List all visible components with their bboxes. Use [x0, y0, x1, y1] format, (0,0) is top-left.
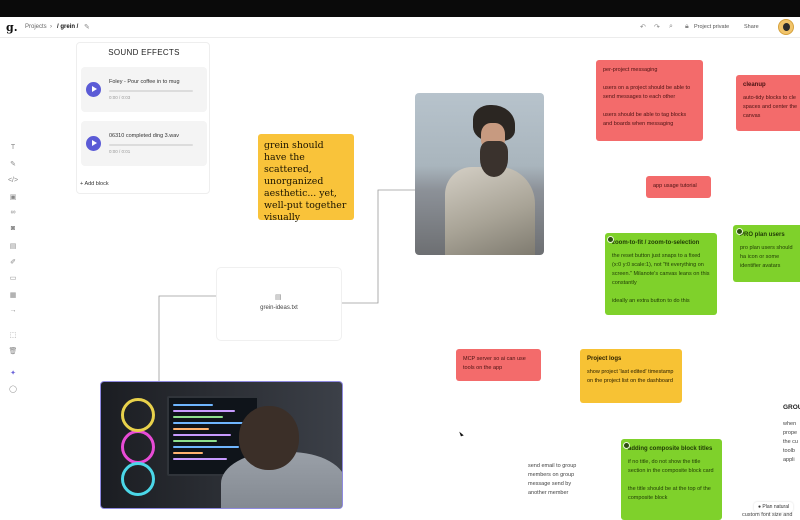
track-progress[interactable]	[109, 144, 193, 146]
note-line: toolb	[783, 448, 795, 454]
plain-text-note[interactable]: send email to group members on group mes…	[528, 462, 590, 498]
note-body: the title should be at the top of the co…	[628, 486, 711, 501]
note-title: zoom-to-fit / zoom-to-selection	[612, 240, 700, 246]
arrow-icon[interactable]: →	[5, 307, 21, 314]
note-body: users should be able to tag blocks and b…	[603, 112, 687, 127]
search-icon[interactable]: ⌕	[669, 23, 673, 31]
sound-effects-panel: SOUND EFFECTS Foley - Pour coffee in to …	[76, 42, 210, 194]
note-line: when	[783, 421, 797, 427]
play-button[interactable]	[86, 82, 101, 97]
chat-icon[interactable]: ◯	[5, 385, 21, 393]
note-title: PRO plan users	[740, 232, 785, 238]
add-block-button[interactable]: + Add block	[80, 181, 109, 187]
note-title: adding composite block titles	[628, 446, 713, 452]
sparkle-icon[interactable]: ✦	[5, 369, 21, 377]
document-icon[interactable]: ▤	[5, 242, 21, 250]
lock-icon: 🔒︎	[685, 23, 689, 30]
note-body: pro plan users should ha icon or some id…	[740, 245, 793, 269]
camera-icon[interactable]: ◙	[5, 225, 21, 232]
note-body: users on a project should be able to sen…	[603, 85, 691, 100]
top-bar: g. Projects › / grein / ✎ ↶ ↷ ⌕ 🔒︎ Proje…	[0, 17, 800, 38]
pin-icon	[736, 228, 743, 235]
track-progress[interactable]	[109, 90, 193, 92]
track-title: 06310 completed ding 3.wav	[109, 133, 180, 139]
portrait-photo[interactable]	[415, 93, 544, 255]
track-time: 0:00 / 0:01	[109, 149, 131, 154]
note-body: the reset button just snaps to a fixed (…	[612, 253, 710, 286]
note-body: if no title, do not show the title secti…	[628, 459, 714, 474]
share-button[interactable]: Share	[744, 24, 759, 30]
audio-track: Foley - Pour coffee in to mug 0:00 / 0:0…	[81, 67, 207, 112]
note-body: ideally an extra button to do this	[612, 298, 690, 304]
status-badge[interactable]: ● Plan natural	[754, 502, 794, 512]
note-body: MCP server so ai can use tools on the ap…	[463, 356, 526, 371]
breadcrumb-current[interactable]: / grein /	[57, 24, 78, 30]
file-card[interactable]: ▤ grein-ideas.txt	[217, 268, 341, 340]
connector-file-video	[158, 295, 217, 381]
note-title: Project logs	[587, 356, 622, 362]
undo-icon[interactable]: ↶	[640, 23, 646, 31]
mouse-cursor-icon	[459, 430, 464, 437]
app-logo[interactable]: g.	[6, 21, 18, 34]
sticky-note-messaging[interactable]: per-project messaging users on a project…	[596, 60, 703, 141]
chain-icon[interactable]: ∞	[5, 209, 21, 216]
sticky-note-project-logs[interactable]: Project logs show project 'last edited' …	[580, 349, 682, 403]
top-strip	[0, 0, 800, 17]
badge-label: Plan natural	[762, 504, 790, 510]
sticky-note-mcp[interactable]: MCP server so ai can use tools on the ap…	[456, 349, 541, 381]
code-icon[interactable]: </>	[5, 177, 21, 184]
sticky-note-zoom[interactable]: zoom-to-fit / zoom-to-selection the rese…	[605, 233, 717, 315]
link-icon[interactable]: ✎	[5, 160, 21, 168]
frame-icon[interactable]: ⬚	[5, 331, 21, 339]
file-name: grein-ideas.txt	[260, 305, 298, 311]
grid-icon[interactable]: ▦	[5, 291, 21, 299]
note-body: show project 'last edited' timestamp on …	[587, 369, 674, 384]
note-body: auto-tidy blocks to cle spaces and cente…	[743, 95, 798, 119]
sticky-note-app-usage[interactable]: app usage tutorial	[646, 176, 711, 198]
add-block-label: Add block	[84, 181, 109, 187]
note-line: appli	[783, 457, 795, 463]
note-line: prope	[783, 430, 798, 436]
video-block[interactable]	[100, 381, 343, 509]
track-title: Foley - Pour coffee in to mug	[109, 79, 180, 85]
design-note[interactable]: grein should have the scattered, unorgan…	[258, 134, 354, 223]
pin-icon	[623, 442, 630, 449]
image-icon[interactable]: ▣	[5, 193, 21, 201]
trash-icon[interactable]: 🗑︎	[5, 347, 21, 355]
note-title: per-project messaging	[603, 67, 658, 73]
plain-text-note[interactable]: custom font size and	[742, 511, 792, 520]
pencil-icon[interactable]: ✎	[84, 23, 90, 31]
sticky-note-composite[interactable]: adding composite block titles if no titl…	[621, 439, 722, 520]
play-button[interactable]	[86, 136, 101, 151]
sticky-note-pro-plan[interactable]: PRO plan users pro plan users should ha …	[733, 225, 800, 282]
pen-icon[interactable]: ✐	[5, 258, 21, 266]
user-avatar[interactable]	[778, 19, 794, 35]
panel-title: SOUND EFFECTS	[108, 48, 180, 57]
document-icon: ▤	[275, 294, 282, 301]
note-body: app usage tutorial	[653, 183, 697, 189]
breadcrumb-projects[interactable]: Projects	[25, 24, 47, 30]
pin-icon	[607, 236, 614, 243]
text-icon[interactable]: T	[5, 144, 21, 151]
note-title: GROU	[783, 404, 800, 411]
sticky-note-cleanup[interactable]: cleanup auto-tidy blocks to cle spaces a…	[736, 75, 800, 131]
breadcrumb-separator: ›	[50, 24, 52, 30]
note-title: cleanup	[743, 82, 766, 88]
audio-track: 06310 completed ding 3.wav 0:00 / 0:01	[81, 121, 207, 166]
folder-icon[interactable]: ▭	[5, 274, 21, 282]
privacy-button[interactable]: Project private	[694, 24, 729, 30]
note-line: the cu	[783, 439, 798, 445]
redo-icon[interactable]: ↷	[654, 23, 660, 31]
track-time: 0:00 / 0:03	[109, 95, 131, 100]
